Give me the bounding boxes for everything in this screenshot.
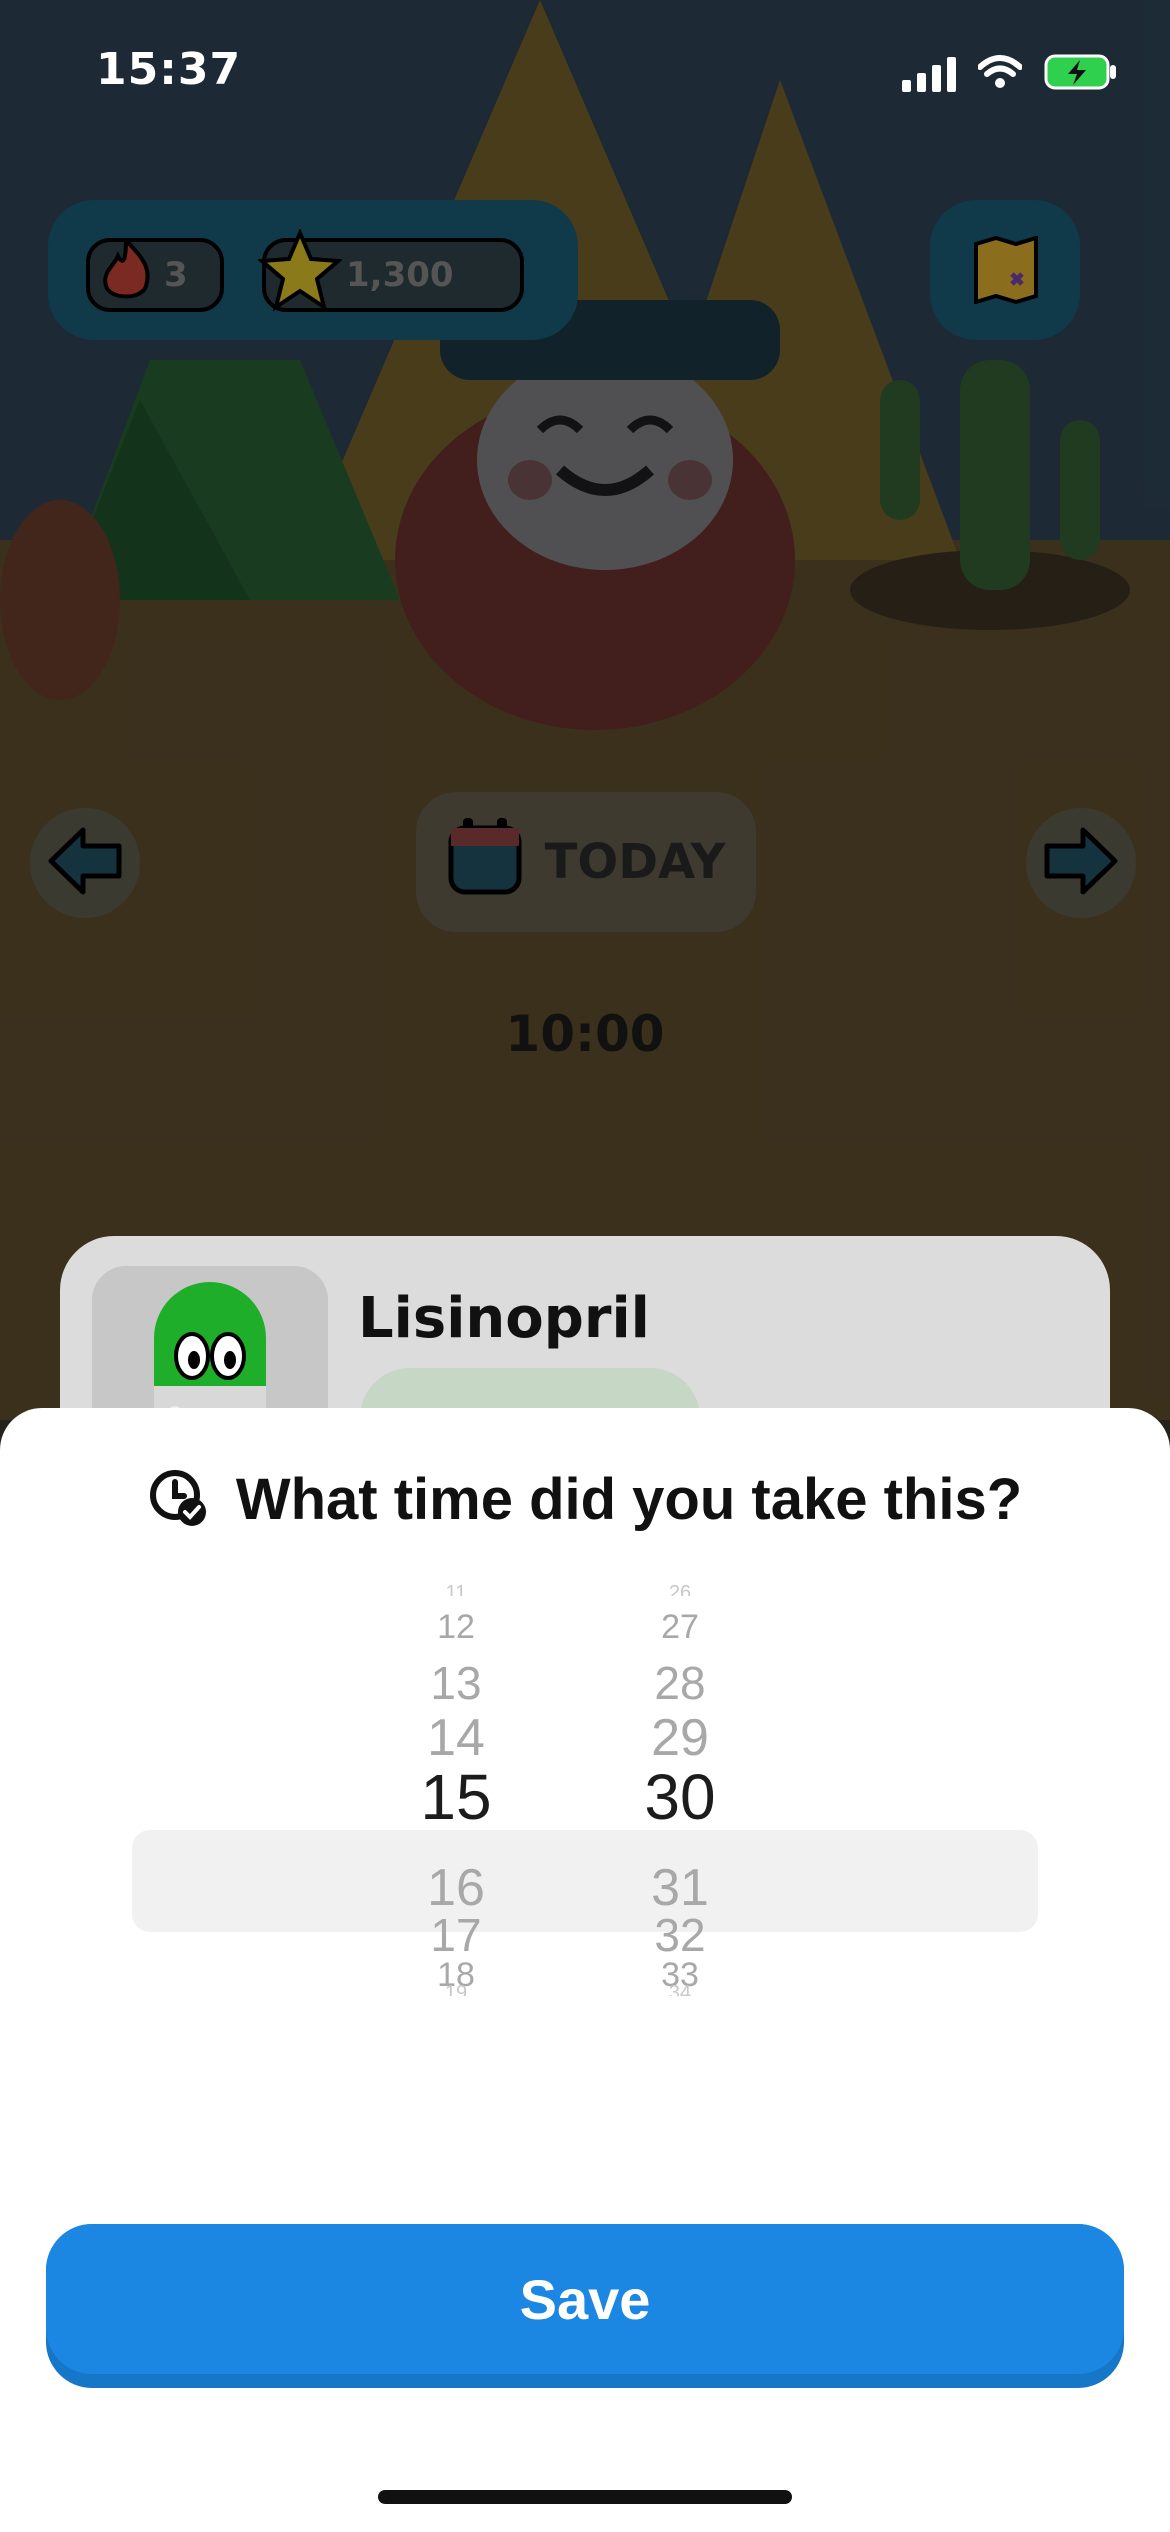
clock-check-icon [148,1468,208,1532]
home-indicator[interactable] [378,2490,792,2504]
minute-option[interactable]: 27 [580,1608,780,1647]
minute-option[interactable]: 26 [580,1582,780,1596]
calendar-icon [447,816,523,908]
minute-option[interactable]: 28 [580,1656,780,1710]
stars-badge[interactable]: 1,300 [257,227,524,312]
previous-day-button[interactable] [30,808,140,918]
medication-name: Lisinopril [358,1286,650,1351]
minute-wheel[interactable]: 26 27 28 29 30 31 32 33 34 [580,1582,780,2158]
hour-option[interactable]: 19 [356,1982,556,1996]
map-icon [972,235,1040,308]
today-label: TODAY [544,834,726,890]
hour-option[interactable]: 12 [356,1608,556,1647]
next-day-button[interactable] [1026,808,1136,918]
hour-option[interactable]: 11 [356,1582,556,1596]
battery-charging-icon [1044,52,1118,96]
streak-count: 3 [164,255,188,295]
arrow-left-icon [47,826,123,900]
sheet-title: What time did you take this? [235,1467,1023,1532]
schedule-time-label: 10:00 [505,1005,665,1063]
hour-option[interactable]: 14 [356,1708,556,1768]
minute-option[interactable]: 34 [580,1982,780,1996]
sheet-header: What time did you take this? [0,1466,1170,1533]
hour-option[interactable]: 15 [356,1760,556,1834]
today-button[interactable]: TODAY [416,792,756,932]
time-picker-sheet: What time did you take this? 11 12 13 14 15 1… [0,1408,1170,2532]
minute-option[interactable]: 30 [580,1760,780,1834]
save-button[interactable]: Save [46,2224,1124,2388]
flame-icon [96,234,156,313]
hour-option[interactable]: 13 [356,1656,556,1710]
minute-option[interactable]: 32 [580,1908,780,1962]
hour-wheel[interactable]: 11 12 13 14 15 16 17 18 19 [356,1582,556,2158]
cellular-signal-icon [902,56,956,92]
wifi-icon [977,55,1023,93]
status-time: 15:37 [96,44,242,95]
save-label: Save [46,2224,1124,2374]
time-picker[interactable]: 11 12 13 14 15 16 17 18 19 26 27 28 29 30 31 32 33 34 [0,1582,1170,2158]
hour-option[interactable]: 17 [356,1908,556,1962]
status-bar: 15:37 [0,0,1170,150]
minute-option[interactable]: 29 [580,1708,780,1768]
map-button[interactable] [930,200,1080,340]
streak-badge[interactable]: 3 [86,234,224,313]
arrow-right-icon [1043,826,1119,900]
stars-count: 1,300 [346,255,454,295]
star-icon [257,227,343,322]
